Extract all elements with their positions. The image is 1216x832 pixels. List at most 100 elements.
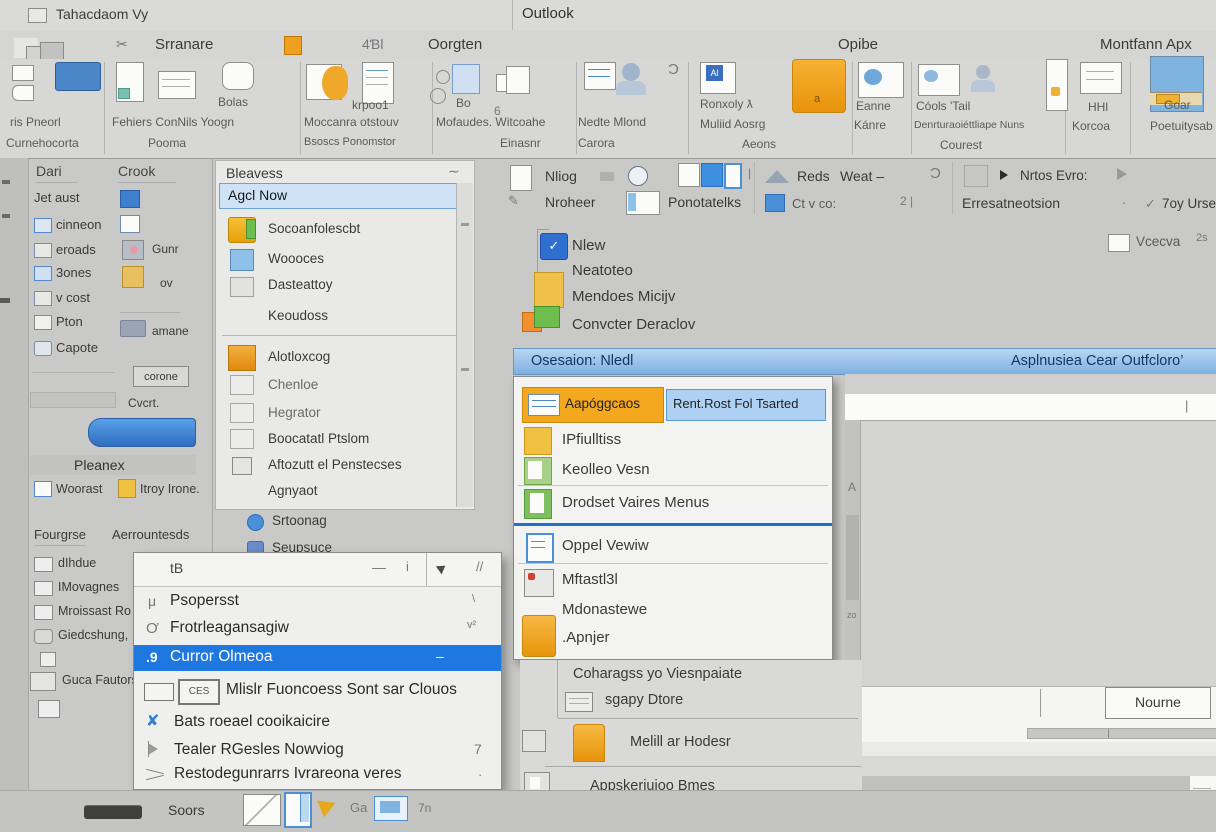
footer-item-srtoonag[interactable]: Srtoonag bbox=[272, 513, 327, 528]
tasks-icon[interactable] bbox=[122, 266, 144, 288]
erres-label[interactable]: Erresatneotsion bbox=[962, 195, 1060, 211]
dropdown-tab-blue[interactable]: Rent.Rost Fol Tsarted bbox=[666, 389, 826, 421]
dash-glyph[interactable]: — bbox=[372, 559, 386, 575]
h-scrollbar[interactable] bbox=[1027, 728, 1216, 739]
nav-item-dihdue[interactable]: dIhdue bbox=[58, 556, 96, 570]
screen-icon[interactable] bbox=[1080, 62, 1122, 94]
dropdown-item-5[interactable]: Mdonastewe bbox=[562, 601, 647, 618]
nav-item-guca[interactable]: Guca Fautors bbox=[62, 673, 138, 687]
column-stack-icon[interactable] bbox=[1046, 59, 1068, 111]
search-bar[interactable]: | bbox=[845, 394, 1216, 421]
nrtos-label[interactable]: Nrtos Evro: bbox=[1020, 168, 1088, 183]
folders-selected-row[interactable]: Agcl Now bbox=[219, 183, 469, 209]
layout-a-icon[interactable] bbox=[678, 163, 700, 187]
layout-b-icon[interactable] bbox=[701, 163, 723, 187]
context-item-4[interactable]: Bats roeael cooikaicire bbox=[174, 713, 330, 731]
dropdown-item-6[interactable]: .Apnjer bbox=[562, 629, 610, 646]
clock-icon[interactable] bbox=[628, 166, 648, 186]
detail-line2[interactable]: sgapy Dtore bbox=[605, 692, 683, 708]
layout-c-icon[interactable] bbox=[724, 163, 742, 189]
nav-item-itroy[interactable]: Itroy Irone. bbox=[140, 482, 200, 496]
nav-item-woorast[interactable]: Woorast bbox=[56, 482, 102, 496]
folder2-item-5[interactable]: Agnyaot bbox=[268, 483, 318, 498]
folder-item-2[interactable]: Dasteattoy bbox=[268, 277, 333, 292]
context-item-6[interactable]: Restodegunrarrs Ivrareona veres bbox=[174, 765, 401, 783]
calendar-icon[interactable] bbox=[120, 215, 140, 233]
folders-scrollbar[interactable] bbox=[456, 183, 473, 507]
nioheer-label[interactable]: Nroheer bbox=[545, 194, 596, 210]
note-page-icon[interactable] bbox=[510, 165, 532, 191]
vcecva-label[interactable]: Vcecva bbox=[1136, 234, 1180, 249]
folder2-item-3[interactable]: Boocatatl Ptslom bbox=[268, 431, 369, 446]
dropdown-item-4[interactable]: Mftastl3l bbox=[562, 571, 618, 588]
share-arrow-icon[interactable] bbox=[317, 795, 339, 818]
address-book-icon[interactable] bbox=[452, 64, 480, 94]
nav-item-jet[interactable]: Jet aust bbox=[34, 190, 80, 205]
context-item-1[interactable]: Frotrleagansagiw bbox=[170, 619, 289, 637]
oy-label[interactable]: 7oy Ursert bbox=[1162, 196, 1216, 211]
aerroun-label[interactable]: Aerrountesds bbox=[112, 527, 189, 542]
ponotatelks-label[interactable]: Ponotatelks bbox=[668, 194, 741, 210]
copy-icon[interactable] bbox=[12, 65, 34, 81]
folder2-item-4[interactable]: Aftozutt el Penstecses bbox=[268, 457, 402, 472]
context-item-0[interactable]: Psopersst bbox=[170, 592, 239, 610]
paste-button-icon[interactable] bbox=[55, 62, 101, 91]
nav-item-cinneon[interactable]: cinneon bbox=[56, 217, 102, 232]
nav-item-ov[interactable]: ov bbox=[160, 276, 173, 290]
tab-montann[interactable]: Montfann Apx bbox=[1100, 36, 1192, 53]
dropdown-item-3[interactable]: Oppel Vewiw bbox=[562, 537, 649, 554]
flyout-item-0[interactable]: Nlew bbox=[572, 237, 605, 254]
format-painter-icon[interactable] bbox=[12, 85, 34, 101]
screen-share-icon[interactable] bbox=[374, 796, 408, 821]
nav-item-pton[interactable]: Pton bbox=[56, 314, 83, 329]
weat-label[interactable]: Weat – bbox=[840, 168, 884, 184]
info-glyph[interactable]: i bbox=[406, 559, 409, 574]
panel-icon[interactable] bbox=[506, 66, 530, 94]
tab-orgten[interactable]: Oorgten bbox=[428, 36, 482, 53]
tray-icon[interactable] bbox=[120, 320, 146, 337]
nav-item-vcost[interactable]: v cost bbox=[56, 290, 90, 305]
note-icon[interactable] bbox=[38, 700, 60, 718]
blue-square-icon[interactable] bbox=[120, 190, 140, 208]
gray-box-icon[interactable] bbox=[964, 165, 988, 187]
collapse-icon[interactable]: ∼ bbox=[448, 163, 460, 180]
collapsed-bar[interactable] bbox=[30, 392, 116, 408]
dropdown-tab-orange[interactable]: Aapóggcaos bbox=[522, 387, 664, 423]
corone-button[interactable]: corone bbox=[133, 366, 189, 387]
nav-item-capote[interactable]: Capote bbox=[56, 340, 98, 355]
ctvco-label[interactable]: Ct v co: bbox=[792, 196, 836, 211]
nav-item-3ones[interactable]: 3ones bbox=[56, 265, 91, 280]
contact-icon[interactable] bbox=[976, 65, 990, 79]
margin-icon-1[interactable] bbox=[522, 730, 546, 752]
stack-icon[interactable] bbox=[222, 62, 254, 90]
blue-swoosh[interactable] bbox=[88, 418, 196, 447]
photo2-icon[interactable] bbox=[918, 64, 960, 96]
context-item-3[interactable]: Mlislr Fuoncoess Sont sar Clouos bbox=[226, 681, 457, 699]
nourne-button[interactable]: Nourne bbox=[1105, 687, 1211, 719]
nav-item-mroissast[interactable]: Mroissast Ro bbox=[58, 604, 131, 618]
nav-item-cvcrt[interactable]: Cvcrt. bbox=[128, 396, 159, 410]
dropdown-item-0[interactable]: IPfiulltiss bbox=[562, 431, 621, 448]
flyout-item-1[interactable]: Neatoteo bbox=[572, 262, 633, 279]
side-thumb[interactable] bbox=[846, 515, 859, 600]
nav-item-giedcshung[interactable]: Giedcshung, bbox=[58, 628, 128, 642]
folder2-item-2[interactable]: Hegrator bbox=[268, 405, 321, 420]
folder2-item-0[interactable]: Alotloxcog bbox=[268, 349, 330, 364]
nav-item-eroads[interactable]: eroads bbox=[56, 242, 96, 257]
reds-label[interactable]: Reds bbox=[797, 168, 830, 184]
fourgrse-label[interactable]: Fourgrse bbox=[34, 527, 86, 542]
dropdown-item-2[interactable]: Drodset Vaires Menus bbox=[562, 494, 709, 511]
folder2-item-1[interactable]: Chenloe bbox=[268, 377, 318, 392]
context-item-5[interactable]: Tealer RGesles Nowviog bbox=[174, 741, 344, 759]
tab-share[interactable]: Srranare bbox=[155, 36, 213, 53]
doc-lines-icon[interactable] bbox=[158, 71, 196, 99]
folder-item-1[interactable]: Woooces bbox=[268, 251, 324, 266]
flyout-item-2[interactable]: Mendoes Micijv bbox=[572, 288, 675, 305]
person-icon[interactable] bbox=[622, 63, 640, 81]
dropdown-item-1[interactable]: Keolleo Vesn bbox=[562, 461, 650, 478]
nav-item-gunr[interactable]: Gunr bbox=[152, 242, 179, 256]
niog-label[interactable]: Nliog bbox=[545, 168, 577, 184]
detail-mail-label[interactable]: Melill ar Hodesr bbox=[630, 734, 731, 750]
context-item-selected-row[interactable]: .9 Curror Olmeoa – bbox=[134, 645, 501, 671]
reading-pane-icon[interactable] bbox=[284, 792, 312, 828]
